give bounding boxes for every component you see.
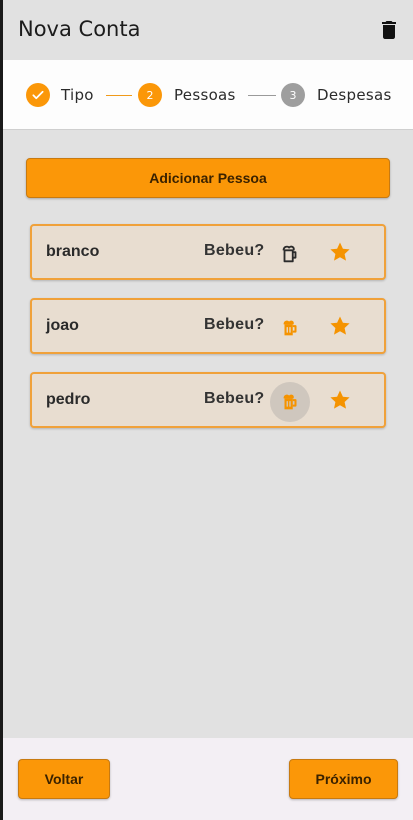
person-name: branco [46, 243, 100, 260]
person-name: pedro [46, 391, 91, 408]
drank-toggle[interactable] [270, 308, 310, 348]
back-button[interactable]: Voltar [18, 759, 110, 799]
step-despesas-pending[interactable]: 3 [281, 83, 305, 107]
page-title: Nova Conta [18, 17, 141, 41]
person-card: branco Bebeu? [30, 224, 386, 280]
step-number: 2 [146, 88, 154, 102]
drank-toggle[interactable] [270, 234, 310, 274]
drank-label: Bebeu? [204, 316, 265, 333]
next-button[interactable]: Próximo [289, 759, 398, 799]
bottom-bar: Voltar Próximo [3, 738, 413, 820]
drank-toggle[interactable] [270, 382, 310, 422]
app-bar: Nova Conta [3, 0, 413, 60]
check-icon [32, 90, 44, 100]
star-icon[interactable] [328, 240, 352, 264]
trash-icon[interactable] [377, 18, 401, 42]
beer-mug-outline-icon [282, 245, 297, 263]
person-card: pedro Bebeu? [30, 372, 386, 428]
person-name: joao [46, 317, 79, 334]
step-number: 3 [289, 88, 297, 102]
star-icon[interactable] [328, 388, 352, 412]
add-person-button[interactable]: Adicionar Pessoa [26, 158, 390, 198]
app-screen: Nova Conta Tipo 2 Pessoas 3 Despesas Adi… [0, 0, 413, 820]
step-tipo-done[interactable] [26, 83, 50, 107]
drank-label: Bebeu? [204, 390, 265, 407]
step-label-despesas: Despesas [317, 86, 392, 104]
person-card: joao Bebeu? [30, 298, 386, 354]
step-label-tipo: Tipo [61, 86, 94, 104]
step-label-pessoas: Pessoas [174, 86, 236, 104]
stepper: Tipo 2 Pessoas 3 Despesas [3, 60, 413, 130]
star-icon[interactable] [328, 314, 352, 338]
step-connector [106, 95, 132, 96]
beer-mug-filled-icon [283, 394, 297, 410]
beer-mug-filled-icon [283, 320, 297, 336]
drank-label: Bebeu? [204, 242, 265, 259]
step-pessoas-active[interactable]: 2 [138, 83, 162, 107]
step-connector [248, 95, 276, 96]
